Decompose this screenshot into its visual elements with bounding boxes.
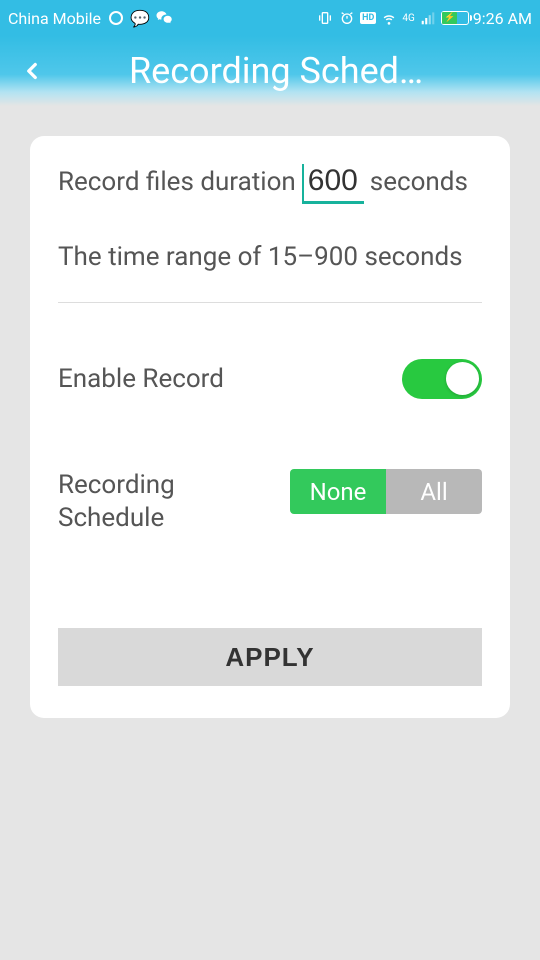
wechat-icon xyxy=(155,9,173,27)
range-hint: The time range of 15–900 seconds xyxy=(58,242,482,303)
recording-schedule-row: Recording Schedule None All xyxy=(58,469,482,534)
duration-prefix: Record files duration xyxy=(58,167,296,197)
network-4g: 4G xyxy=(402,13,414,24)
battery-icon: ⚡ xyxy=(441,11,469,25)
alarm-icon xyxy=(338,9,356,27)
duration-suffix: seconds xyxy=(370,167,468,197)
schedule-segmented: None All xyxy=(290,469,482,514)
enable-record-label: Enable Record xyxy=(58,364,224,394)
schedule-label-line2: Schedule xyxy=(58,503,164,533)
enable-record-toggle[interactable] xyxy=(402,359,482,399)
hd-badge: HD xyxy=(360,12,376,24)
schedule-label: Recording Schedule xyxy=(58,469,175,534)
sms-icon: 💬 xyxy=(131,9,149,27)
schedule-all-button[interactable]: All xyxy=(386,469,482,514)
schedule-none-button[interactable]: None xyxy=(290,469,386,514)
carrier-text: China Mobile xyxy=(8,9,101,28)
vibrate-icon xyxy=(316,9,334,27)
status-left: China Mobile 💬 xyxy=(8,9,173,28)
settings-card: Record files duration seconds The time r… xyxy=(30,136,510,718)
record-indicator-icon xyxy=(107,9,125,27)
schedule-label-line1: Recording xyxy=(58,470,175,500)
status-right: HD 4G ⚡ 9:26 AM xyxy=(316,9,532,28)
toggle-knob-icon xyxy=(446,362,479,395)
enable-record-row: Enable Record xyxy=(58,359,482,399)
clock-text: 9:26 AM xyxy=(473,9,532,28)
apply-button[interactable]: APPLY xyxy=(58,628,482,686)
wifi-icon xyxy=(380,9,398,27)
page-title: Recording Sched… xyxy=(24,50,528,92)
signal-icon xyxy=(419,9,437,27)
duration-input[interactable] xyxy=(302,164,364,204)
status-bar: China Mobile 💬 HD 4G ⚡ 9:26 AM xyxy=(0,0,540,36)
app-header: Recording Sched… xyxy=(0,36,540,106)
duration-row: Record files duration seconds xyxy=(58,164,482,204)
